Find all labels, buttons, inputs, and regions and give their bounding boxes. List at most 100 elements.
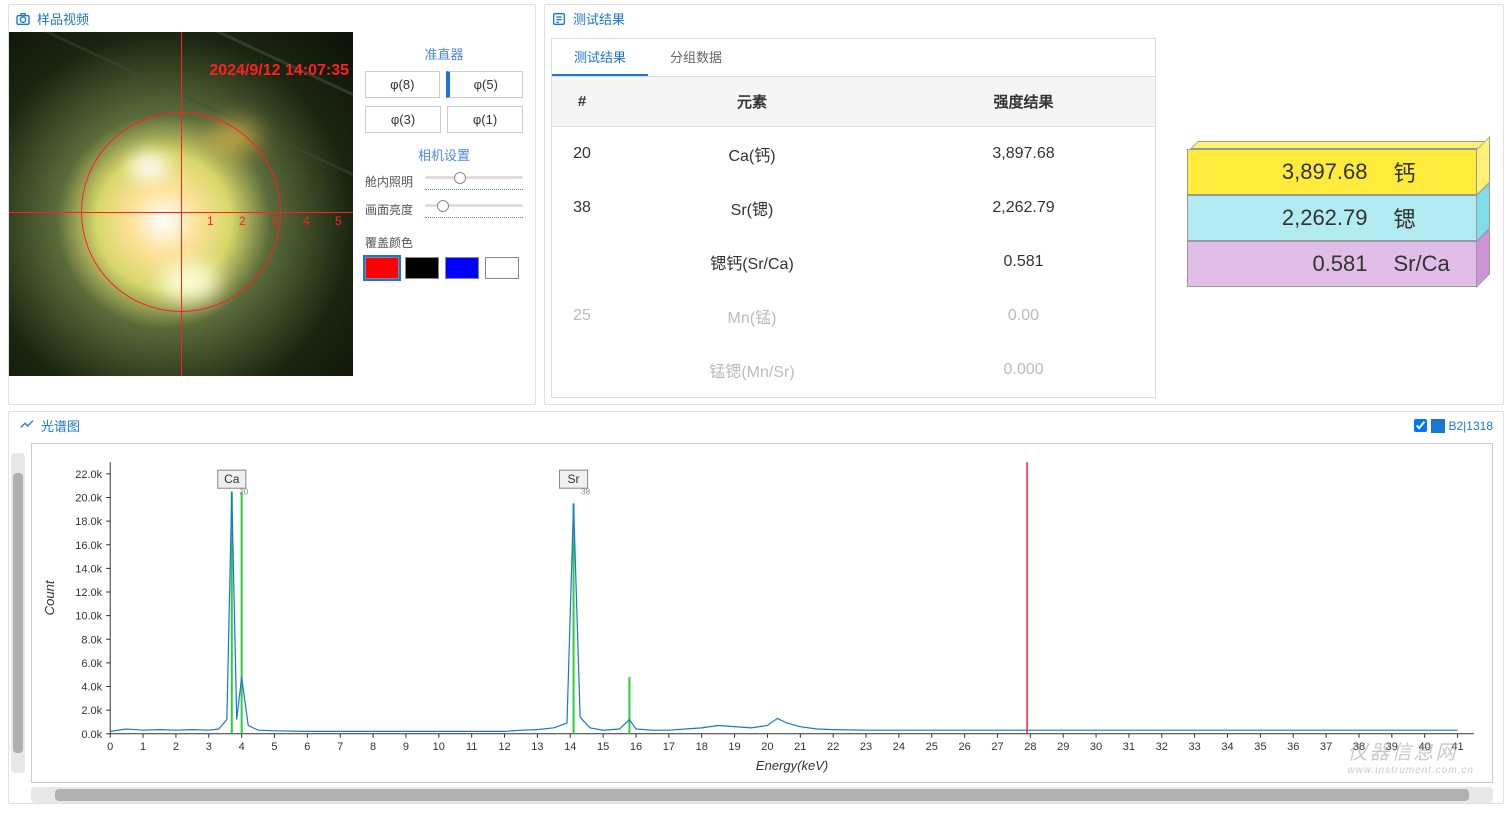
svg-text:Sr: Sr bbox=[568, 472, 580, 486]
col-element: 元素 bbox=[612, 77, 892, 127]
brightness-label: 画面亮度 bbox=[365, 201, 417, 218]
svg-text:14: 14 bbox=[564, 741, 576, 753]
col-number: # bbox=[552, 77, 612, 127]
lighting-label: 舱内照明 bbox=[365, 173, 417, 190]
svg-text:10.0k: 10.0k bbox=[75, 611, 102, 623]
crosshair-circle bbox=[81, 112, 281, 312]
col-intensity: 强度结果 bbox=[892, 77, 1155, 127]
svg-text:8.0k: 8.0k bbox=[81, 634, 102, 646]
svg-text:35: 35 bbox=[1254, 741, 1266, 753]
overlay-color-label: 覆盖颜色 bbox=[365, 234, 523, 251]
svg-text:1: 1 bbox=[140, 741, 146, 753]
svg-text:10: 10 bbox=[433, 741, 445, 753]
svg-text:29: 29 bbox=[1057, 741, 1069, 753]
test-results-panel: 测试结果 测试结果 分组数据 # 元素 强度结果 20Ca(钙)3,897.68 bbox=[544, 4, 1504, 405]
legend-label: B2|1318 bbox=[1449, 419, 1494, 433]
collimator-phi1[interactable]: φ(1) bbox=[447, 106, 523, 133]
svg-text:4: 4 bbox=[239, 741, 245, 753]
svg-text:18.0k: 18.0k bbox=[75, 516, 102, 528]
svg-text:0: 0 bbox=[107, 741, 113, 753]
chart-line-icon bbox=[19, 416, 35, 435]
svg-text:31: 31 bbox=[1123, 741, 1135, 753]
list-icon bbox=[551, 11, 567, 27]
svg-text:27: 27 bbox=[991, 741, 1003, 753]
svg-text:8: 8 bbox=[370, 741, 376, 753]
color-swatch-red[interactable] bbox=[365, 257, 399, 279]
svg-text:12.0k: 12.0k bbox=[75, 587, 102, 599]
table-row[interactable]: 20Ca(钙)3,897.68 bbox=[552, 127, 1155, 182]
color-swatch-blue[interactable] bbox=[445, 257, 479, 279]
svg-text:15: 15 bbox=[597, 741, 609, 753]
summary-row-ca: 3,897.68 钙 bbox=[1187, 149, 1477, 195]
spectrum-scroll-vertical[interactable] bbox=[11, 453, 25, 773]
spectrum-svg: 0.0k2.0k4.0k6.0k8.0k10.0k12.0k14.0k16.0k… bbox=[40, 452, 1484, 774]
sample-video-viewport[interactable]: 2024/9/12 14:07:35 1 2 3 4 5 bbox=[9, 32, 353, 376]
svg-text:18: 18 bbox=[696, 741, 708, 753]
tab-test-results[interactable]: 测试结果 bbox=[552, 39, 648, 76]
tab-group-data[interactable]: 分组数据 bbox=[648, 39, 744, 76]
video-controls: 准直器 φ(8) φ(5) φ(3) φ(1) 相机设置 舱内照明 bbox=[353, 32, 535, 376]
svg-text:2.0k: 2.0k bbox=[81, 705, 102, 717]
svg-text:22: 22 bbox=[827, 741, 839, 753]
video-timestamp: 2024/9/12 14:07:35 bbox=[209, 62, 349, 80]
spectrum-panel: 光谱图 B2|1318 0.0k2.0k4.0k6.0k8.0k10.0k12.… bbox=[8, 411, 1504, 804]
lighting-slider[interactable] bbox=[425, 172, 523, 190]
svg-text:Ca: Ca bbox=[224, 472, 240, 486]
legend-checkbox[interactable] bbox=[1414, 419, 1427, 432]
summary-row-ratio: 0.581 Sr/Ca bbox=[1187, 241, 1477, 287]
table-row[interactable]: 锰锶(Mn/Sr)0.000 bbox=[552, 343, 1155, 397]
collimator-phi8[interactable]: φ(8) bbox=[365, 71, 440, 98]
svg-text:7: 7 bbox=[337, 741, 343, 753]
svg-text:33: 33 bbox=[1189, 741, 1201, 753]
svg-text:12: 12 bbox=[498, 741, 510, 753]
svg-text:20: 20 bbox=[239, 487, 248, 496]
svg-text:34: 34 bbox=[1221, 741, 1233, 753]
table-row[interactable]: 38Sr(锶)2,262.79 bbox=[552, 181, 1155, 235]
svg-text:Count: Count bbox=[42, 579, 57, 615]
svg-text:26: 26 bbox=[958, 741, 970, 753]
svg-text:20: 20 bbox=[761, 741, 773, 753]
svg-text:19: 19 bbox=[728, 741, 740, 753]
svg-text:13: 13 bbox=[531, 741, 543, 753]
svg-text:3: 3 bbox=[206, 741, 212, 753]
results-table: # 元素 强度结果 20Ca(钙)3,897.6838Sr(锶)2,262.79… bbox=[552, 77, 1155, 397]
svg-text:6: 6 bbox=[304, 741, 310, 753]
collimator-phi5[interactable]: φ(5) bbox=[446, 71, 524, 98]
svg-text:23: 23 bbox=[860, 741, 872, 753]
results-table-container: 测试结果 分组数据 # 元素 强度结果 20Ca(钙)3,897.6838Sr(… bbox=[551, 38, 1156, 398]
table-row[interactable]: 25Mn(锰)0.00 bbox=[552, 289, 1155, 343]
svg-text:20.0k: 20.0k bbox=[75, 493, 102, 505]
spectrum-scroll-horizontal[interactable] bbox=[31, 787, 1493, 803]
svg-text:16.0k: 16.0k bbox=[75, 540, 102, 552]
svg-text:28: 28 bbox=[1024, 741, 1036, 753]
svg-text:9: 9 bbox=[403, 741, 409, 753]
svg-text:16: 16 bbox=[630, 741, 642, 753]
collimator-phi3[interactable]: φ(3) bbox=[365, 106, 441, 133]
legend-toggle[interactable]: B2|1318 bbox=[1414, 419, 1494, 433]
svg-text:14.0k: 14.0k bbox=[75, 563, 102, 575]
color-swatch-black[interactable] bbox=[405, 257, 439, 279]
collimator-title: 准直器 bbox=[365, 44, 523, 63]
video-panel-title: 样品视频 bbox=[37, 9, 89, 28]
brightness-slider[interactable] bbox=[425, 200, 523, 218]
table-row[interactable]: 锶钙(Sr/Ca)0.581 bbox=[552, 235, 1155, 289]
svg-text:38: 38 bbox=[581, 487, 590, 496]
color-swatch-white[interactable] bbox=[485, 257, 519, 279]
svg-text:4.0k: 4.0k bbox=[81, 682, 102, 694]
camera-icon bbox=[15, 11, 31, 27]
svg-text:Energy(keV): Energy(keV) bbox=[756, 758, 828, 773]
spectrum-chart[interactable]: 0.0k2.0k4.0k6.0k8.0k10.0k12.0k14.0k16.0k… bbox=[31, 443, 1493, 783]
sample-video-panel: 样品视频 2024/9/12 14:07:35 1 2 3 4 bbox=[8, 4, 536, 405]
svg-text:24: 24 bbox=[893, 741, 905, 753]
summary-row-sr: 2,262.79 锶 bbox=[1187, 195, 1477, 241]
svg-text:25: 25 bbox=[926, 741, 938, 753]
svg-text:17: 17 bbox=[663, 741, 675, 753]
svg-text:0.0k: 0.0k bbox=[81, 729, 102, 741]
svg-text:37: 37 bbox=[1320, 741, 1332, 753]
summary-box: 3,897.68 钙 2,262.79 锶 0.581 Sr/Ca bbox=[1166, 38, 1497, 398]
svg-text:22.0k: 22.0k bbox=[75, 469, 102, 481]
svg-text:30: 30 bbox=[1090, 741, 1102, 753]
legend-swatch bbox=[1431, 419, 1445, 433]
svg-text:5: 5 bbox=[271, 741, 277, 753]
svg-text:36: 36 bbox=[1287, 741, 1299, 753]
